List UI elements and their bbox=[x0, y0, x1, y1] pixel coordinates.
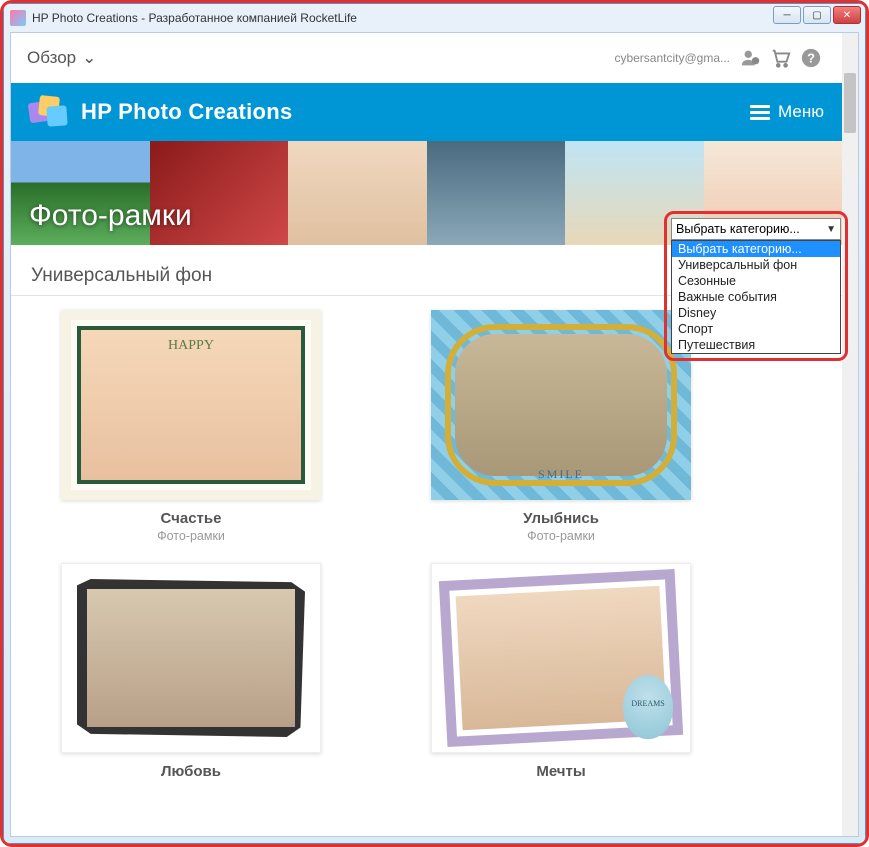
scrollbar-thumb[interactable] bbox=[844, 73, 856, 133]
cart-icon[interactable] bbox=[766, 43, 796, 73]
category-option[interactable]: Спорт bbox=[672, 321, 840, 337]
review-label: Обзор bbox=[27, 48, 76, 68]
review-dropdown[interactable]: Обзор ⌄ bbox=[27, 48, 96, 68]
category-option[interactable]: Сезонные bbox=[672, 273, 840, 289]
frame-badge: SMILE bbox=[538, 467, 584, 482]
category-select[interactable]: Выбрать категорию... ▼ bbox=[671, 218, 841, 240]
product-thumbnail[interactable] bbox=[431, 563, 691, 753]
menu-label: Меню bbox=[778, 102, 824, 122]
product-card[interactable]: HAPPY Счастье Фото-рамки bbox=[41, 310, 341, 543]
user-icon[interactable] bbox=[736, 43, 766, 73]
app-title: HP Photo Creations bbox=[81, 99, 293, 125]
annotation-highlight: Выбрать категорию... ▼ Выбрать категорию… bbox=[664, 211, 848, 361]
product-title: Любовь bbox=[41, 763, 341, 780]
product-subtitle: Фото-рамки bbox=[41, 529, 341, 543]
balloon-icon bbox=[623, 675, 673, 739]
product-title: Мечты bbox=[411, 763, 711, 780]
category-option[interactable]: Универсальный фон bbox=[672, 257, 840, 273]
vertical-scrollbar[interactable] bbox=[842, 33, 858, 836]
product-title: Улыбнись bbox=[411, 510, 711, 527]
hamburger-icon bbox=[750, 105, 770, 120]
category-option[interactable]: Путешествия bbox=[672, 337, 840, 353]
product-card[interactable]: Любовь bbox=[41, 563, 341, 782]
svg-text:?: ? bbox=[807, 51, 815, 66]
window-titlebar: HP Photo Creations - Разработанное компа… bbox=[4, 4, 865, 32]
user-email: cybersantcity@gma... bbox=[614, 51, 730, 65]
category-dropdown-list[interactable]: Выбрать категорию...Универсальный фонСез… bbox=[671, 240, 841, 354]
window-close-button[interactable]: ✕ bbox=[833, 6, 861, 24]
product-title: Счастье bbox=[41, 510, 341, 527]
chevron-down-icon: ⌄ bbox=[82, 48, 96, 68]
category-option[interactable]: Важные события bbox=[672, 289, 840, 305]
product-card[interactable]: Мечты bbox=[411, 563, 711, 782]
window-maximize-button[interactable]: ▢ bbox=[803, 6, 831, 24]
product-thumbnail[interactable] bbox=[61, 563, 321, 753]
product-thumbnail[interactable]: HAPPY bbox=[61, 310, 321, 500]
window-minimize-button[interactable]: ─ bbox=[773, 6, 801, 24]
category-selected-value: Выбрать категорию... bbox=[676, 222, 800, 236]
page-title: Фото-рамки bbox=[29, 199, 192, 233]
app-icon bbox=[10, 10, 26, 26]
menu-button[interactable]: Меню bbox=[750, 102, 824, 122]
dropdown-arrow-icon: ▼ bbox=[826, 224, 836, 235]
app-logo-icon bbox=[29, 94, 69, 130]
window-title: HP Photo Creations - Разработанное компа… bbox=[32, 11, 357, 25]
product-thumbnail[interactable]: SMILE bbox=[431, 310, 691, 500]
help-icon[interactable]: ? bbox=[796, 43, 826, 73]
category-option[interactable]: Выбрать категорию... bbox=[672, 241, 840, 257]
product-subtitle: Фото-рамки bbox=[411, 529, 711, 543]
app-header: HP Photo Creations Меню bbox=[11, 83, 842, 141]
frame-badge: HAPPY bbox=[168, 338, 214, 354]
category-option[interactable]: Disney bbox=[672, 305, 840, 321]
